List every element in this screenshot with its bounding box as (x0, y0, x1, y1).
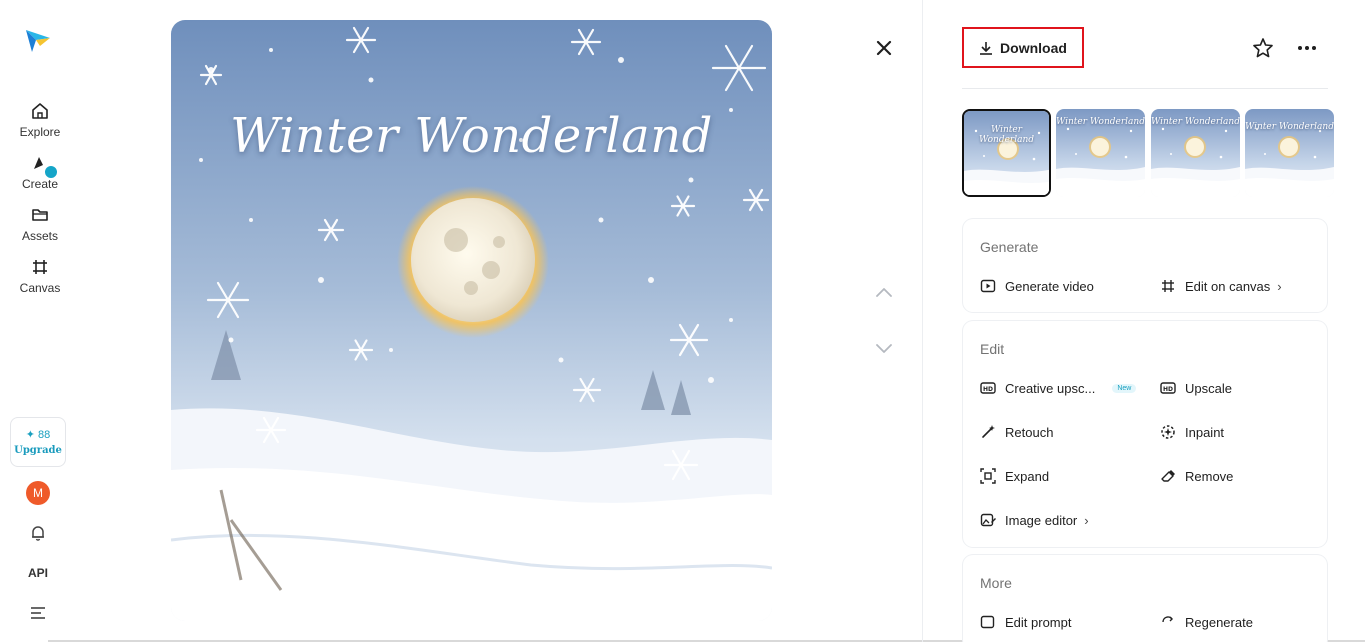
action-label: Inpaint (1185, 424, 1225, 440)
folder-icon (29, 204, 51, 226)
panel-divider (922, 0, 923, 642)
chevron-up-icon[interactable] (873, 283, 895, 301)
sidebar-item-create[interactable]: Create (0, 152, 80, 191)
thumbnail-2[interactable]: Winter Wonderland (1056, 109, 1145, 197)
action-label: Generate video (1005, 278, 1094, 294)
remove-button[interactable]: Remove (1160, 468, 1233, 484)
upgrade-label: Upgrade (14, 445, 62, 456)
chevron-right-icon: › (1277, 278, 1282, 294)
section-title: More (980, 575, 1012, 591)
edit-on-canvas-button[interactable]: Edit on canvas › (1160, 278, 1282, 294)
action-label: Upscale (1185, 380, 1232, 396)
sidebar: Explore Create Assets Canvas ✦ 88 Upgrad… (0, 0, 80, 642)
sidebar-item-label: Explore (19, 125, 61, 139)
chevron-down-icon[interactable] (873, 340, 895, 358)
hd-icon: HD (1160, 380, 1176, 396)
section-title: Edit (980, 341, 1005, 357)
image-edit-icon (980, 512, 996, 528)
bell-icon[interactable] (29, 524, 47, 542)
image-title-text: Winter Wonderland (230, 108, 713, 164)
expand-icon (980, 468, 996, 484)
svg-text:HD: HD (1163, 386, 1173, 393)
action-label: Image editor (1005, 512, 1078, 528)
action-label: Edit on canvas (1185, 278, 1271, 294)
home-icon (29, 100, 51, 122)
inpaint-button[interactable]: Inpaint (1160, 424, 1224, 440)
regenerate-button[interactable]: Regenerate (1160, 614, 1253, 630)
canvas-icon (1160, 278, 1176, 294)
close-icon[interactable] (873, 37, 895, 59)
magic-wand-icon (980, 424, 996, 440)
sidebar-item-explore[interactable]: Explore (0, 100, 80, 139)
thumbnail-title: Winter Wonderland (1245, 122, 1334, 132)
action-label: Expand (1005, 468, 1050, 484)
expand-button[interactable]: Expand (980, 468, 1049, 484)
action-label: Retouch (1005, 424, 1054, 440)
play-icon (980, 278, 996, 294)
create-icon (29, 152, 59, 180)
canvas-icon (29, 256, 51, 278)
menu-icon[interactable] (30, 606, 46, 620)
generated-image[interactable]: Winter Wonderland (171, 20, 772, 621)
action-label: Remove (1185, 468, 1234, 484)
svg-text:HD: HD (983, 386, 993, 393)
eraser-icon (1160, 468, 1176, 484)
sidebar-item-canvas[interactable]: Canvas (0, 256, 80, 295)
generate-video-button[interactable]: Generate video (980, 278, 1094, 294)
sidebar-item-label: Assets (21, 229, 58, 243)
inpaint-icon (1160, 424, 1176, 440)
thumbnail-title: Winter Wonderland (978, 125, 1035, 145)
thumbnail-3[interactable]: Winter Wonderland (1151, 109, 1240, 197)
generate-section: Generate Generate video Edit on canvas › (963, 219, 1327, 312)
action-label: Regenerate (1185, 614, 1253, 630)
credits-count: ✦ 88 (25, 429, 51, 441)
download-label: Download (1000, 39, 1067, 56)
thumbnail-title: Winter Wonderland (1056, 117, 1145, 127)
sidebar-item-assets[interactable]: Assets (0, 204, 80, 243)
edit-icon (980, 614, 996, 630)
thumbnail-1[interactable]: Winter Wonderland (962, 109, 1051, 197)
thumbnail-title: Winter Wonderland (1151, 117, 1240, 127)
section-title: Generate (980, 239, 1039, 255)
creative-upscale-button[interactable]: HD Creative upsc... New (980, 380, 1137, 396)
download-button[interactable]: Download (962, 27, 1084, 68)
api-link[interactable]: API (0, 566, 76, 580)
thumbnail-4[interactable]: Winter Wonderland (1245, 109, 1334, 197)
sidebar-item-label: Canvas (19, 281, 61, 295)
paper-plane-logo[interactable] (24, 26, 52, 54)
upgrade-button[interactable]: ✦ 88 Upgrade (10, 417, 66, 467)
star-icon[interactable] (1252, 37, 1274, 59)
more-options-icon[interactable] (1296, 38, 1318, 58)
new-badge: New (1112, 383, 1137, 393)
thumbnail-image (964, 111, 1049, 195)
image-editor-button[interactable]: Image editor › (980, 512, 1089, 528)
upscale-button[interactable]: HD Upscale (1160, 380, 1232, 396)
action-label: Edit prompt (1005, 614, 1072, 630)
edit-section: Edit HD Creative upsc... New HD Upscale … (963, 321, 1327, 547)
check-badge-icon (43, 164, 59, 180)
edit-prompt-button[interactable]: Edit prompt (980, 614, 1071, 630)
more-section: More Edit prompt Regenerate (963, 555, 1327, 642)
action-label: Creative upsc... (1005, 380, 1096, 396)
avatar[interactable]: M (26, 481, 50, 505)
chevron-right-icon: › (1084, 512, 1089, 528)
hd-plus-icon: HD (980, 380, 996, 396)
retouch-button[interactable]: Retouch (980, 424, 1053, 440)
regenerate-icon (1160, 614, 1176, 630)
header-divider (962, 88, 1328, 89)
download-icon (980, 41, 993, 55)
